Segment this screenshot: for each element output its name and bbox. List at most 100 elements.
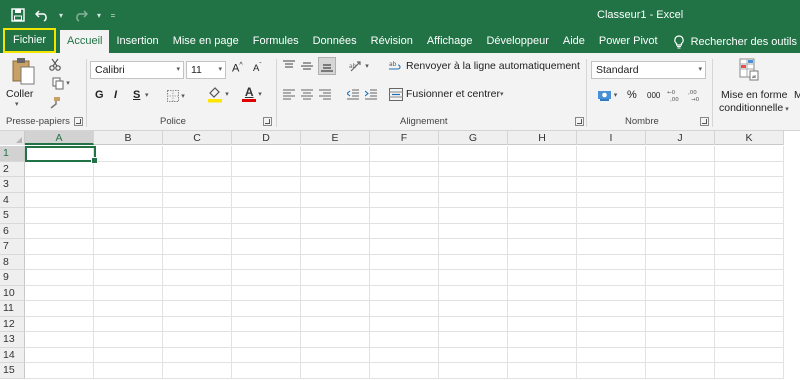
active-cell-a1[interactable]: [25, 146, 98, 164]
cell[interactable]: [232, 177, 301, 193]
cell[interactable]: [370, 239, 439, 255]
wrap-text-icon[interactable]: ab: [386, 58, 404, 74]
column-header-e[interactable]: E: [301, 131, 370, 145]
cell[interactable]: [301, 192, 370, 208]
align-center-icon[interactable]: [300, 87, 314, 101]
cell[interactable]: [439, 146, 508, 162]
cell[interactable]: [715, 192, 784, 208]
cell[interactable]: [301, 301, 370, 317]
cell[interactable]: [94, 161, 163, 177]
cell[interactable]: [25, 270, 94, 286]
row-header[interactable]: 12: [0, 316, 25, 332]
cell[interactable]: [508, 347, 577, 363]
cell[interactable]: [508, 363, 577, 379]
cell[interactable]: [232, 208, 301, 224]
cell[interactable]: [232, 254, 301, 270]
cell[interactable]: [577, 301, 646, 317]
cell[interactable]: [94, 363, 163, 379]
cell[interactable]: [25, 332, 94, 348]
tab-insertion[interactable]: Insertion: [109, 30, 165, 53]
paste-label[interactable]: Coller: [6, 88, 33, 100]
cell[interactable]: [301, 177, 370, 193]
cell[interactable]: [646, 332, 715, 348]
tab-mise-en-page[interactable]: Mise en page: [166, 30, 246, 53]
row-header[interactable]: 4: [0, 192, 25, 208]
cell[interactable]: [163, 301, 232, 317]
row-header[interactable]: 6: [0, 223, 25, 239]
cell[interactable]: [577, 316, 646, 332]
cell[interactable]: [370, 363, 439, 379]
row-header[interactable]: 10: [0, 285, 25, 301]
cell[interactable]: [715, 177, 784, 193]
shrink-font-button[interactable]: Aˇ: [253, 63, 261, 74]
cell[interactable]: [715, 223, 784, 239]
merge-dropdown-icon[interactable]: ▾: [500, 90, 504, 98]
cell[interactable]: [577, 223, 646, 239]
align-left-icon[interactable]: [282, 87, 296, 101]
column-header-h[interactable]: H: [508, 131, 577, 145]
tab-aide[interactable]: Aide: [556, 30, 592, 53]
row-header[interactable]: 1: [0, 146, 25, 162]
align-top-icon[interactable]: [282, 59, 296, 73]
cell[interactable]: [163, 223, 232, 239]
cell[interactable]: [94, 316, 163, 332]
cell[interactable]: [646, 223, 715, 239]
conditional-formatting-icon[interactable]: ≠: [738, 57, 760, 83]
percent-button[interactable]: %: [627, 89, 637, 101]
cell[interactable]: [163, 192, 232, 208]
row-header[interactable]: 14: [0, 347, 25, 363]
accounting-format-icon[interactable]: ▾: [592, 87, 622, 103]
cell[interactable]: [25, 239, 94, 255]
cell[interactable]: [163, 270, 232, 286]
cell[interactable]: [508, 332, 577, 348]
cell[interactable]: [25, 177, 94, 193]
row-header[interactable]: 2: [0, 161, 25, 177]
increase-indent-icon[interactable]: [364, 87, 378, 101]
cell[interactable]: [508, 301, 577, 317]
cell[interactable]: [577, 332, 646, 348]
cell[interactable]: [646, 363, 715, 379]
cell[interactable]: [508, 192, 577, 208]
cell[interactable]: [577, 363, 646, 379]
cell[interactable]: [370, 285, 439, 301]
cell[interactable]: [232, 316, 301, 332]
row-header[interactable]: 5: [0, 208, 25, 224]
cell[interactable]: [94, 285, 163, 301]
cell[interactable]: [715, 239, 784, 255]
cell[interactable]: [508, 254, 577, 270]
cell[interactable]: [301, 347, 370, 363]
cut-icon[interactable]: [48, 57, 62, 71]
cell[interactable]: [232, 161, 301, 177]
cell[interactable]: [508, 239, 577, 255]
borders-icon[interactable]: ▾: [164, 88, 188, 103]
cell[interactable]: [94, 332, 163, 348]
cell[interactable]: [94, 192, 163, 208]
cell[interactable]: [232, 332, 301, 348]
cell[interactable]: [439, 347, 508, 363]
fill-color-icon[interactable]: ▾: [204, 85, 232, 103]
cell[interactable]: [25, 301, 94, 317]
cell[interactable]: [577, 177, 646, 193]
cell[interactable]: [508, 285, 577, 301]
tell-me-search[interactable]: Rechercher des outils adaptés: [665, 30, 800, 53]
cell[interactable]: [163, 146, 232, 162]
cell[interactable]: [439, 301, 508, 317]
cell[interactable]: [232, 223, 301, 239]
cell[interactable]: [301, 270, 370, 286]
cell[interactable]: [301, 363, 370, 379]
cell[interactable]: [508, 208, 577, 224]
cell[interactable]: [715, 254, 784, 270]
cell[interactable]: [439, 239, 508, 255]
cell[interactable]: [646, 208, 715, 224]
cell[interactable]: [25, 285, 94, 301]
align-middle-icon[interactable]: [300, 59, 314, 73]
cell[interactable]: [439, 332, 508, 348]
font-color-icon[interactable]: A ▾: [238, 85, 266, 103]
orientation-icon[interactable]: ab ▾: [346, 59, 372, 73]
cell[interactable]: [508, 146, 577, 162]
column-header-c[interactable]: C: [163, 131, 232, 145]
cell[interactable]: [370, 270, 439, 286]
cell[interactable]: [577, 270, 646, 286]
cell[interactable]: [715, 347, 784, 363]
cell[interactable]: [163, 208, 232, 224]
